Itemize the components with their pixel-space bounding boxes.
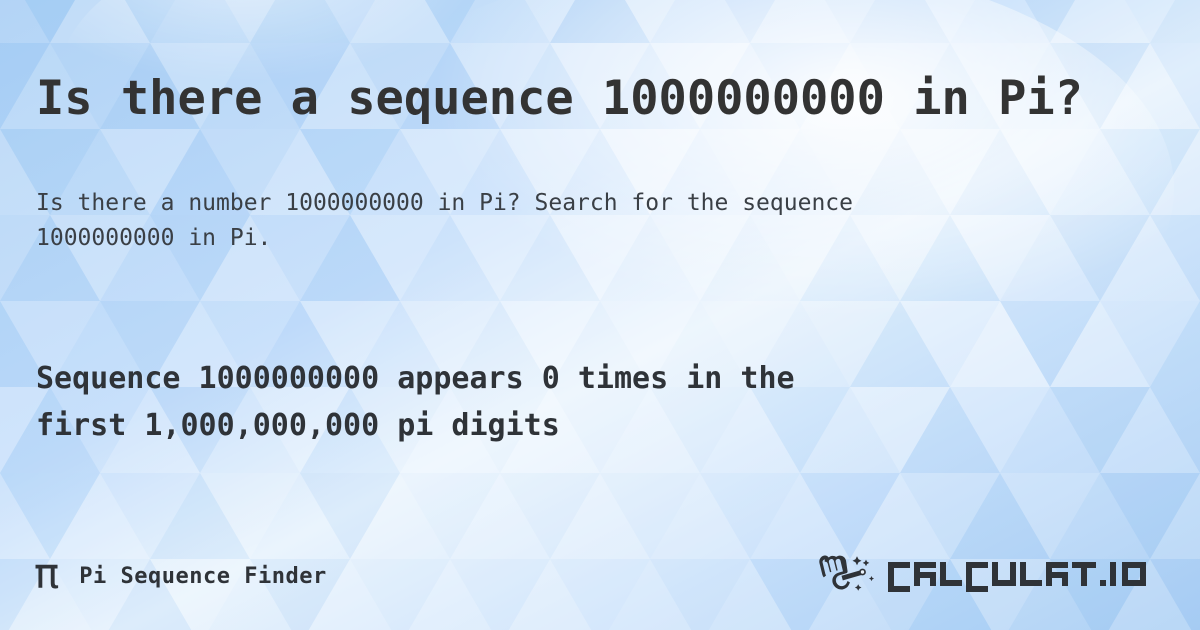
calculatio-logo — [816, 550, 1172, 604]
description-line-2: 1000000000 in Pi. — [36, 224, 272, 251]
app-brand: π Pi Sequence Finder — [34, 548, 327, 604]
description-text: Is there a number 1000000000 in Pi? Sear… — [36, 186, 1168, 256]
footer: π Pi Sequence Finder — [0, 548, 1200, 608]
hand-magic-wand-icon — [819, 555, 875, 591]
result-line-2: first 1,000,000,000 pi digits — [36, 408, 560, 444]
app-name-label: Pi Sequence Finder — [79, 563, 327, 589]
calculatio-wordmark — [888, 562, 1146, 592]
page-title: Is there a sequence 1000000000 in Pi? — [36, 71, 1083, 127]
description-line-1: Is there a number 1000000000 in Pi? Sear… — [36, 190, 853, 216]
result-statement: Sequence 1000000000 appears 0 times in t… — [36, 355, 1096, 450]
result-line-1: Sequence 1000000000 appears 0 times in t… — [36, 361, 795, 396]
og-image-card: Is there a sequence 1000000000 in Pi? Is… — [0, 0, 1200, 630]
pi-symbol-icon: π — [34, 549, 60, 598]
card-content: Is there a sequence 1000000000 in Pi? Is… — [0, 0, 1200, 630]
